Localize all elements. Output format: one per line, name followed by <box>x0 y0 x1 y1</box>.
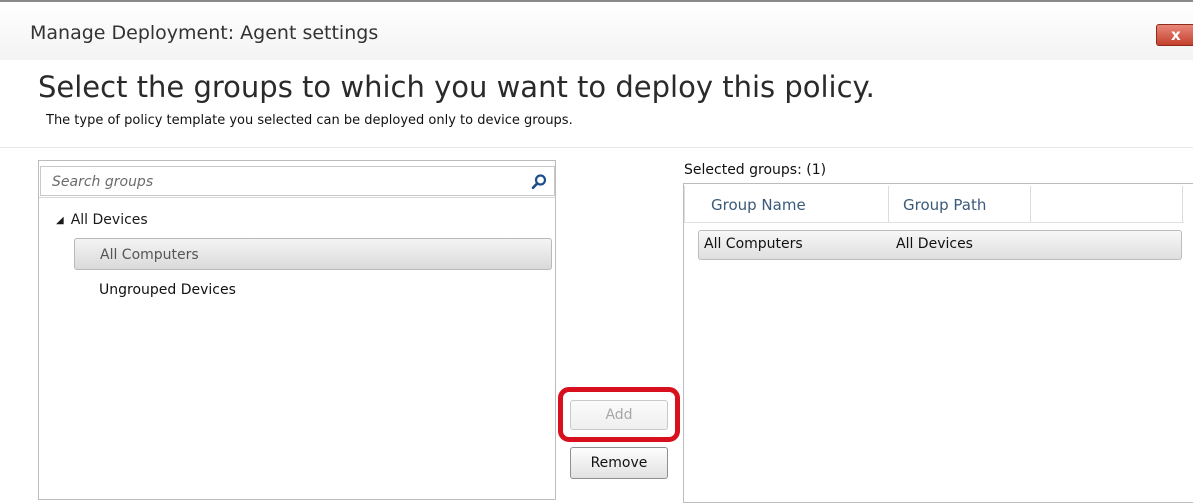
add-button-highlight <box>558 387 680 442</box>
window-titlebar: Manage Deployment: Agent settings x <box>0 0 1193 60</box>
page-subtitle: The type of policy template you selected… <box>46 113 573 128</box>
column-separator <box>684 186 685 222</box>
search-separator <box>39 197 555 198</box>
close-button[interactable]: x <box>1156 24 1193 46</box>
cell-group-path: All Devices <box>896 236 973 252</box>
tree-node-ungrouped-devices[interactable]: Ungrouped Devices <box>99 282 236 298</box>
tree-node-all-devices[interactable]: ◢ All Devices <box>56 212 148 228</box>
tree-node-label: All Devices <box>70 212 148 228</box>
column-separator[interactable] <box>888 186 889 222</box>
header-divider <box>0 147 1193 148</box>
page-heading: Select the groups to which you want to d… <box>38 70 875 104</box>
selected-groups-label: Selected groups: (1) <box>684 162 827 178</box>
tree-node-all-computers[interactable]: All Computers <box>74 238 552 270</box>
close-icon: x <box>1171 26 1181 44</box>
remove-button[interactable]: Remove <box>570 447 668 479</box>
search-groups-field[interactable] <box>40 166 555 196</box>
column-separator <box>1182 186 1183 222</box>
cell-group-name: All Computers <box>704 236 803 252</box>
available-groups-panel <box>38 160 556 500</box>
search-icon[interactable] <box>530 173 548 191</box>
column-separator[interactable] <box>1030 186 1031 222</box>
tree-node-label: All Computers <box>100 247 199 263</box>
table-header-line <box>684 222 1184 223</box>
column-header-group-path[interactable]: Group Path <box>903 196 986 214</box>
column-header-group-name[interactable]: Group Name <box>711 196 806 214</box>
expand-collapse-icon[interactable]: ◢ <box>56 215 64 226</box>
window-title: Manage Deployment: Agent settings <box>30 22 379 44</box>
search-groups-input[interactable] <box>52 172 522 192</box>
